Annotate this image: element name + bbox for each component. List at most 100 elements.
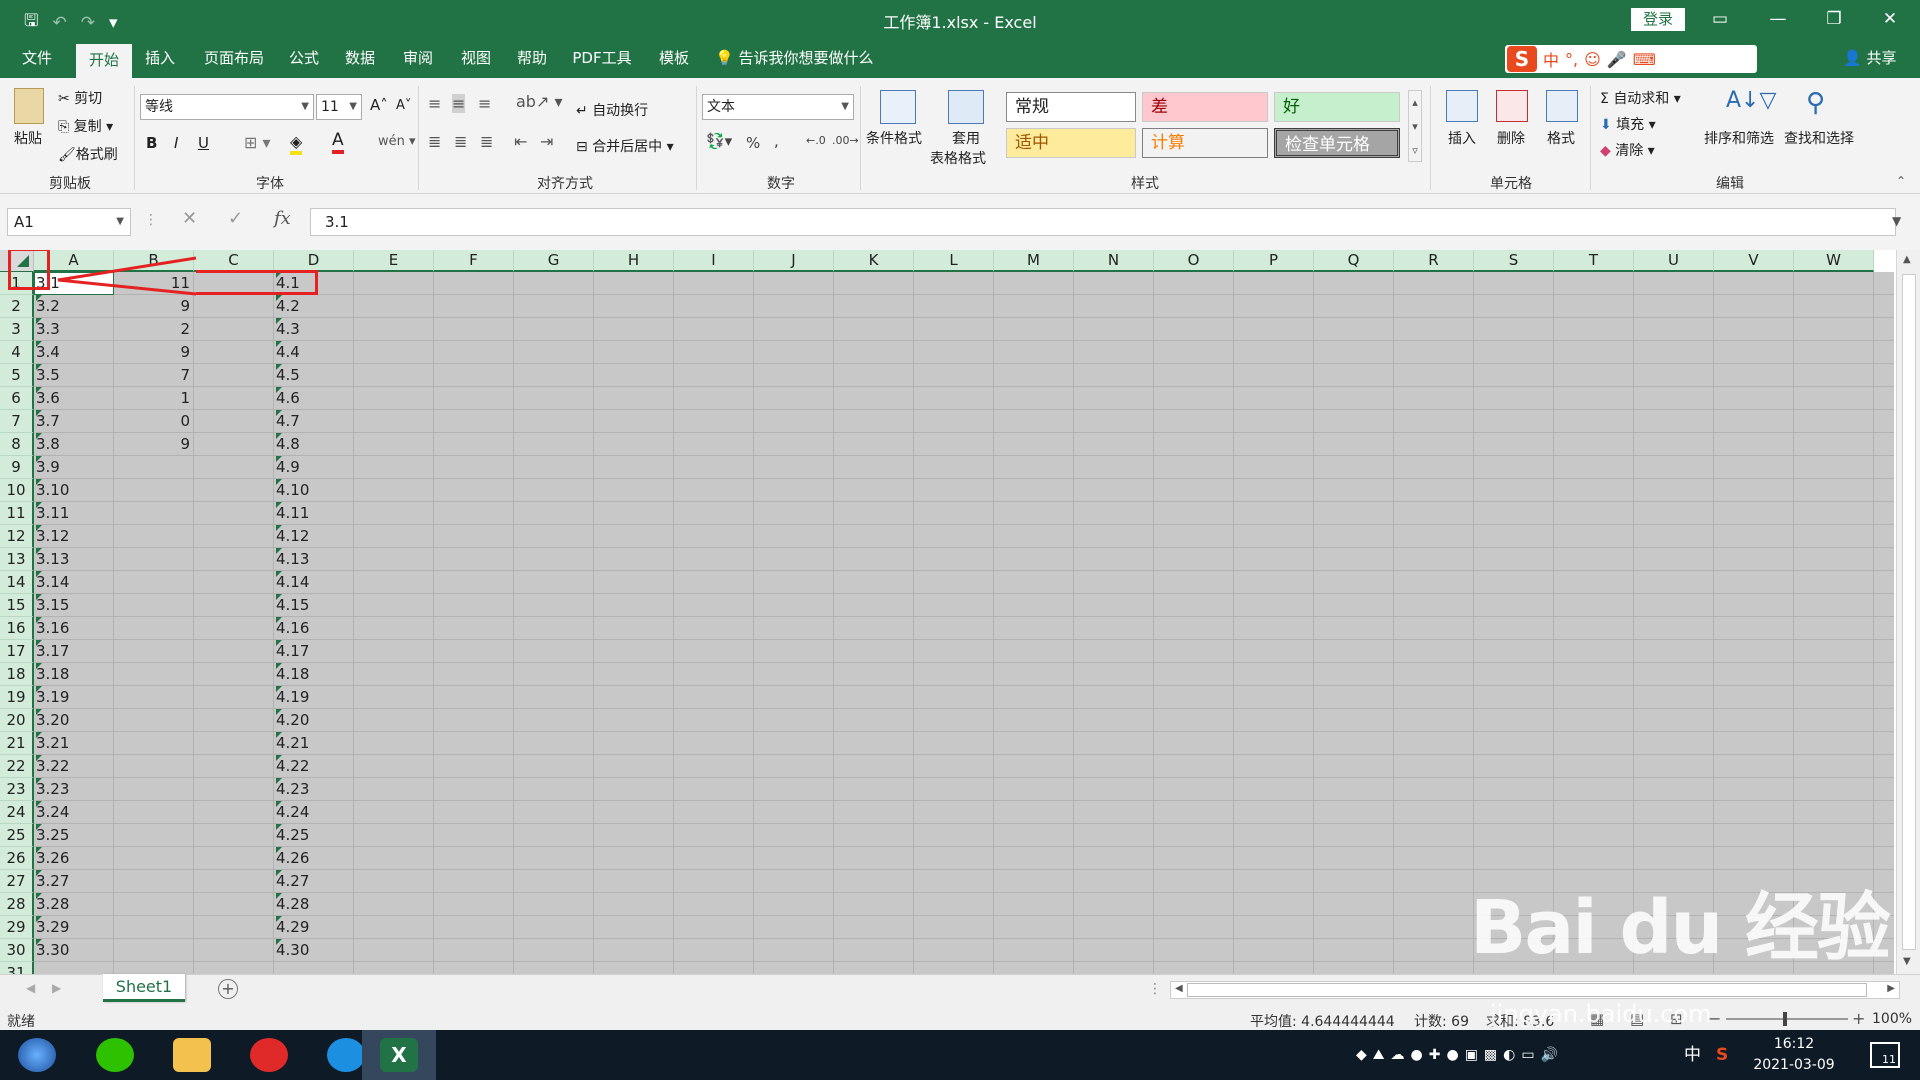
borders-icon[interactable]: ⊞ ▾ [244, 133, 271, 152]
close-icon[interactable]: ✕ [1870, 4, 1910, 34]
clear-button[interactable]: ◆ 清除 ▾ [1600, 140, 1655, 160]
style-calculation[interactable]: 计算 [1142, 128, 1268, 158]
column-header-f[interactable]: F [434, 250, 514, 272]
zoom-slider[interactable] [1726, 1012, 1848, 1026]
cell-a19[interactable]: 3.19 [36, 686, 110, 709]
cell-d16[interactable]: 4.16 [276, 617, 350, 640]
align-center-icon[interactable]: ≣ [454, 132, 467, 151]
cell-d10[interactable]: 4.10 [276, 479, 350, 502]
cell-b3[interactable]: 2 [116, 318, 190, 341]
column-header-j[interactable]: J [754, 250, 834, 272]
splitter-icon[interactable]: ⋮ [1148, 981, 1162, 997]
name-box[interactable]: A1 ▼ [7, 208, 131, 236]
cell-a15[interactable]: 3.15 [36, 594, 110, 617]
row-header-18[interactable]: 18 [0, 663, 34, 686]
column-header-s[interactable]: S [1474, 250, 1554, 272]
enter-icon[interactable]: ✓ [228, 208, 243, 229]
expand-formula-icon[interactable]: ▼ [1892, 214, 1901, 228]
cell-d12[interactable]: 4.12 [276, 525, 350, 548]
cell-a9[interactable]: 3.9 [36, 456, 110, 479]
add-sheet-icon[interactable]: + [218, 979, 238, 999]
cell-d19[interactable]: 4.19 [276, 686, 350, 709]
comma-icon[interactable]: , [774, 132, 779, 150]
cell-d17[interactable]: 4.17 [276, 640, 350, 663]
prev-sheet-icon[interactable]: ◀ [26, 981, 35, 995]
row-header-8[interactable]: 8 [0, 433, 34, 456]
cell-d9[interactable]: 4.9 [276, 456, 350, 479]
column-header-l[interactable]: L [914, 250, 994, 272]
decrease-decimal-icon[interactable]: .00→ [832, 134, 859, 147]
wrap-text-button[interactable]: ↵ 自动换行 [576, 100, 648, 120]
sort-filter-icon[interactable]: A↓▽ [1726, 88, 1776, 113]
zoom-in-icon[interactable]: + [1852, 1009, 1865, 1028]
align-top-icon[interactable]: ≡ [428, 94, 441, 113]
tab-pdf-tools[interactable]: PDF工具 [570, 38, 634, 78]
phonetic-icon[interactable]: wén ▾ [378, 134, 416, 149]
cell-b6[interactable]: 1 [116, 387, 190, 410]
column-header-i[interactable]: I [674, 250, 754, 272]
row-header-5[interactable]: 5 [0, 364, 34, 387]
scroll-right-icon[interactable]: ▶ [1887, 983, 1895, 994]
currency-icon[interactable]: 💱▾ [706, 132, 732, 150]
row-header-20[interactable]: 20 [0, 709, 34, 732]
row-header-15[interactable]: 15 [0, 594, 34, 617]
taskbar-maxthon[interactable] [232, 1030, 308, 1080]
insert-function-icon[interactable]: fx [274, 208, 291, 229]
cell-a12[interactable]: 3.12 [36, 525, 110, 548]
cell-b2[interactable]: 9 [116, 295, 190, 318]
collapse-ribbon-icon[interactable]: ⌃ [1896, 174, 1906, 188]
table-format-icon[interactable] [948, 90, 984, 124]
format-painter-button[interactable]: 🖌格式刷 [58, 144, 118, 164]
cell-a6[interactable]: 3.6 [36, 387, 110, 410]
delete-cells-icon[interactable] [1496, 90, 1528, 122]
start-button[interactable] [0, 1030, 76, 1080]
ime-keyboard-icon[interactable]: ⌨ [1633, 50, 1656, 69]
taskbar-excel[interactable]: X [362, 1030, 436, 1080]
style-check-cell[interactable]: 检查单元格 [1274, 128, 1400, 158]
tab-home[interactable]: 开始 [76, 44, 132, 78]
insert-cells-icon[interactable] [1446, 90, 1478, 122]
share-button[interactable]: 👤 共享 [1843, 38, 1896, 78]
cell-d28[interactable]: 4.28 [276, 893, 350, 916]
cell-d13[interactable]: 4.13 [276, 548, 350, 571]
column-header-t[interactable]: T [1554, 250, 1634, 272]
ime-voice-icon[interactable]: 🎤 [1607, 50, 1627, 69]
insert-cells-button[interactable]: 插入 [1448, 128, 1476, 148]
conditional-format-button[interactable]: 条件格式 [866, 128, 922, 148]
tab-help[interactable]: 帮助 [512, 38, 552, 78]
scroll-up-icon[interactable]: ▲ [1903, 254, 1911, 265]
align-bottom-icon[interactable]: ≡ [478, 94, 491, 113]
cell-a7[interactable]: 3.7 [36, 410, 110, 433]
row-header-3[interactable]: 3 [0, 318, 34, 341]
cell-a3[interactable]: 3.3 [36, 318, 110, 341]
font-size-select[interactable]: 11 ▼ [316, 94, 362, 120]
row-header-22[interactable]: 22 [0, 755, 34, 778]
cell-a21[interactable]: 3.21 [36, 732, 110, 755]
format-cells-icon[interactable] [1546, 90, 1578, 122]
row-header-23[interactable]: 23 [0, 778, 34, 801]
style-good[interactable]: 好 [1274, 92, 1400, 122]
conditional-format-icon[interactable] [880, 90, 916, 124]
zoom-level[interactable]: 100% [1872, 1011, 1912, 1027]
cell-d15[interactable]: 4.15 [276, 594, 350, 617]
cell-a23[interactable]: 3.23 [36, 778, 110, 801]
autosum-button[interactable]: Σ 自动求和 ▾ [1600, 88, 1681, 108]
column-header-k[interactable]: K [834, 250, 914, 272]
row-header-27[interactable]: 27 [0, 870, 34, 893]
font-name-select[interactable]: 等线 ▼ [140, 94, 314, 120]
row-header-16[interactable]: 16 [0, 617, 34, 640]
delete-cells-button[interactable]: 删除 [1497, 128, 1525, 148]
row-header-30[interactable]: 30 [0, 939, 34, 962]
cell-d21[interactable]: 4.21 [276, 732, 350, 755]
column-header-q[interactable]: Q [1314, 250, 1394, 272]
cell-d25[interactable]: 4.25 [276, 824, 350, 847]
column-header-n[interactable]: N [1074, 250, 1154, 272]
underline-button[interactable]: U [198, 134, 209, 152]
worksheet-grid[interactable]: A B C D E F G H I J K L M N O P Q R S T U V W 1 2 3 4 5 6 7 8 9 10 11 12 13… [0, 250, 1920, 974]
ime-mode-chinese[interactable]: 中 [1543, 47, 1559, 71]
cell-a5[interactable]: 3.5 [36, 364, 110, 387]
cell-d6[interactable]: 4.6 [276, 387, 350, 410]
column-header-w[interactable]: W [1794, 250, 1874, 272]
cell-d27[interactable]: 4.27 [276, 870, 350, 893]
cell-d8[interactable]: 4.8 [276, 433, 350, 456]
